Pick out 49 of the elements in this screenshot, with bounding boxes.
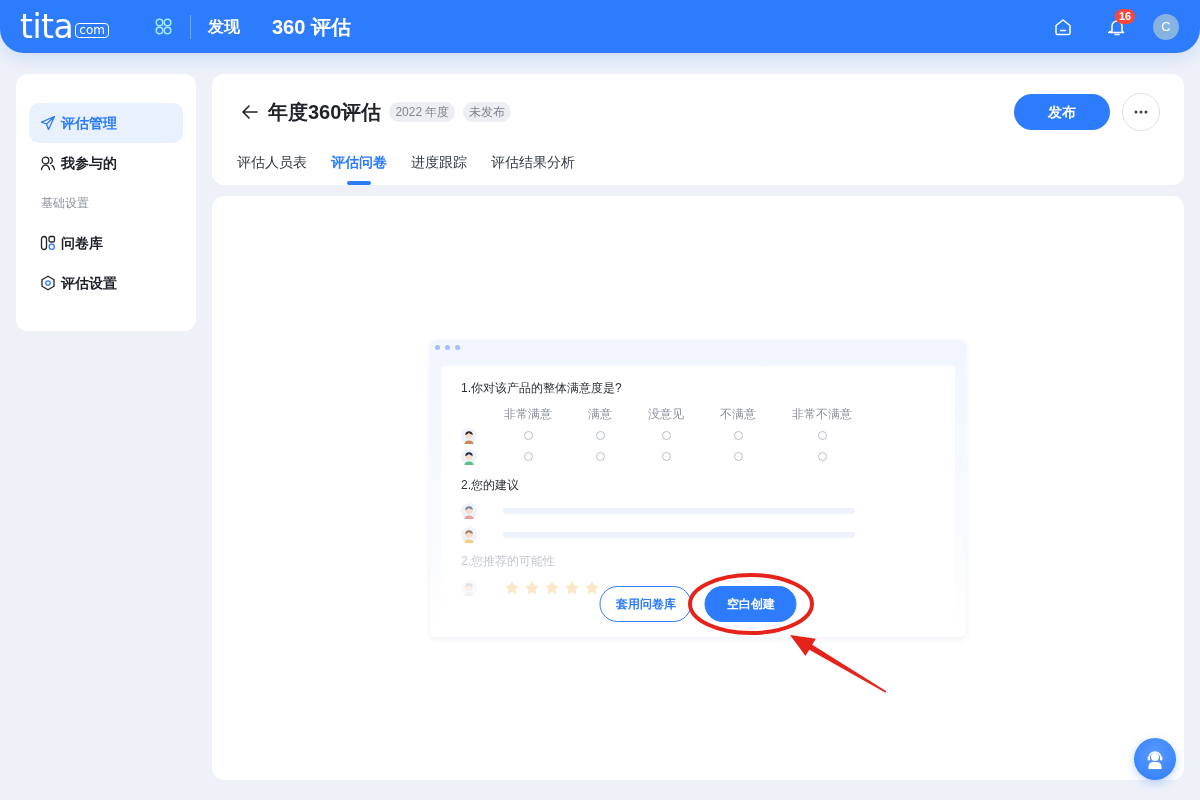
user-avatar[interactable]: C <box>1153 13 1179 40</box>
avatar-icon <box>461 526 477 543</box>
library-icon <box>40 235 56 251</box>
window-dot-icon <box>445 344 450 350</box>
tab[interactable]: 评估结果分析 <box>491 140 575 185</box>
question-title: 2.您的建议 <box>461 476 520 494</box>
logo-suffix: com <box>75 23 109 38</box>
option-label: 没意见 <box>647 405 685 423</box>
star-icon <box>545 580 559 595</box>
notification-badge: 16 <box>1115 8 1136 24</box>
send-icon <box>40 115 56 131</box>
window-dot-icon <box>435 344 440 350</box>
publish-button[interactable]: 发布 <box>1014 94 1110 130</box>
sidebar-heading: 基础设置 <box>40 195 90 212</box>
apps-icon[interactable] <box>154 18 172 35</box>
nav-link[interactable]: 发现 <box>207 14 240 39</box>
question-title: 2.您推荐的可能性 <box>461 552 556 570</box>
star-icon <box>505 580 519 595</box>
window-dot-icon <box>455 344 460 350</box>
back-icon[interactable] <box>241 103 259 121</box>
avatar-icon <box>461 502 477 519</box>
option-label: 非常满意 <box>503 405 553 423</box>
tab[interactable]: 进度跟踪 <box>411 140 467 185</box>
star-icon <box>525 580 539 595</box>
page-title: 年度360评估 <box>268 100 382 125</box>
sidebar-item[interactable]: 我参与的 <box>29 143 183 183</box>
question-title: 1.你对该产品的整体满意度是? <box>461 379 623 397</box>
star-icon <box>565 580 579 595</box>
status-tag: 未发布 <box>463 102 512 122</box>
support-button[interactable] <box>1134 738 1176 780</box>
home-icon[interactable] <box>1054 17 1072 36</box>
option-label: 满意 <box>587 405 613 423</box>
more-icon <box>1134 110 1148 114</box>
option-label: 不满意 <box>719 405 757 423</box>
sidebar-item[interactable]: 问卷库 <box>29 223 183 263</box>
logo-wordmark[interactable]: tita <box>20 10 74 43</box>
tab[interactable]: 评估人员表 <box>237 140 307 185</box>
avatar-icon <box>461 427 477 444</box>
status-tag: 2022 年度 <box>389 102 456 122</box>
sidebar-item[interactable]: 评估管理 <box>29 103 183 143</box>
app-title: 360 评估 <box>271 14 351 40</box>
option-label: 非常不满意 <box>791 405 853 423</box>
people-icon <box>40 155 56 171</box>
avatar-icon <box>461 448 477 465</box>
tab[interactable]: 评估问卷 <box>331 140 387 185</box>
settings-icon <box>40 275 56 291</box>
sidebar-item[interactable]: 评估设置 <box>29 263 183 303</box>
star-icon <box>585 580 599 595</box>
avatar-icon <box>461 579 477 596</box>
